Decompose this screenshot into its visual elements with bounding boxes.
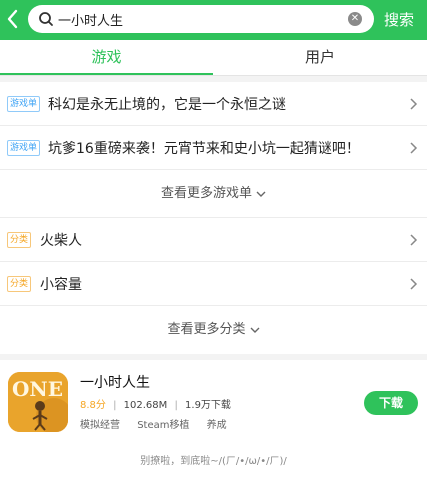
clear-icon[interactable]: ✕	[348, 12, 362, 26]
game-list-item[interactable]: 游戏单 科幻是永无止境的，它是一个永恒之谜	[0, 82, 427, 126]
download-button[interactable]: 下载	[364, 391, 418, 415]
app-tags: 模拟经营 Steam移植 养成	[80, 416, 241, 431]
results-panel: 游戏单 科幻是永无止境的，它是一个永恒之谜 游戏单 坑爹16重磅来袭！元宵节来和…	[0, 82, 427, 354]
game-list-title: 科幻是永无止境的，它是一个永恒之谜	[48, 97, 286, 113]
app-meta: 8.8分 | 102.68M | 1.9万下载	[80, 400, 231, 411]
app-icon-artwork: ONE	[8, 372, 68, 432]
chevron-down-icon	[256, 191, 266, 197]
category-item[interactable]: 分类 火柴人	[0, 218, 427, 262]
chevron-right-icon	[410, 98, 418, 110]
app-tag: Steam移植	[137, 420, 190, 431]
category-tag: 分类	[7, 276, 32, 292]
chevron-right-icon	[410, 278, 418, 290]
app-score: 8.8分	[80, 400, 106, 411]
category-title: 小容量	[40, 277, 82, 293]
chevron-right-icon	[410, 142, 418, 154]
category-tag: 分类	[7, 232, 32, 248]
chevron-down-icon	[250, 327, 259, 333]
top-bar: ✕ 搜索	[0, 0, 427, 40]
more-categories-label: 查看更多分类	[167, 322, 246, 337]
game-list-tag: 游戏单	[7, 140, 41, 156]
category-title: 火柴人	[40, 233, 82, 249]
category-item[interactable]: 分类 小容量	[0, 262, 427, 306]
tab-games[interactable]: 游戏	[0, 40, 213, 76]
active-tab-indicator	[0, 73, 213, 75]
chevron-right-icon	[410, 234, 418, 246]
tab-bar: 游戏 用户	[0, 40, 427, 76]
end-of-list-text: 别撩啦，到底啦~/(ㄏ/•/ω/•/ㄏ)/	[140, 456, 287, 467]
app-icon-logo-text: ONE	[12, 377, 63, 401]
search-icon	[39, 12, 53, 26]
app-tag: 养成	[206, 420, 227, 431]
more-game-lists-link[interactable]: 查看更多游戏单	[0, 170, 427, 218]
app-downloads: 1.9万下载	[185, 400, 231, 411]
app-icon[interactable]: ONE	[8, 372, 68, 432]
app-tag: 模拟经营	[80, 420, 120, 431]
app-size: 102.68M	[123, 400, 168, 411]
game-list-title: 坑爹16重磅来袭！元宵节来和史小坑一起猜谜吧！	[48, 141, 360, 157]
tab-users[interactable]: 用户	[213, 40, 427, 76]
app-name[interactable]: 一小时人生	[80, 372, 150, 392]
more-game-lists-label: 查看更多游戏单	[160, 186, 252, 201]
search-button[interactable]: 搜索	[384, 9, 414, 30]
back-arrow-icon[interactable]	[4, 7, 22, 31]
search-box[interactable]: ✕	[28, 5, 374, 33]
game-list-item[interactable]: 游戏单 坑爹16重磅来袭！元宵节来和史小坑一起猜谜吧！	[0, 126, 427, 170]
game-list-tag: 游戏单	[7, 96, 41, 112]
search-input[interactable]	[58, 5, 344, 33]
more-categories-link[interactable]: 查看更多分类	[0, 306, 427, 354]
app-result: ONE 一小时人生 8.8分 | 102.68M | 1.9万下载 模拟经营 S…	[0, 360, 427, 480]
